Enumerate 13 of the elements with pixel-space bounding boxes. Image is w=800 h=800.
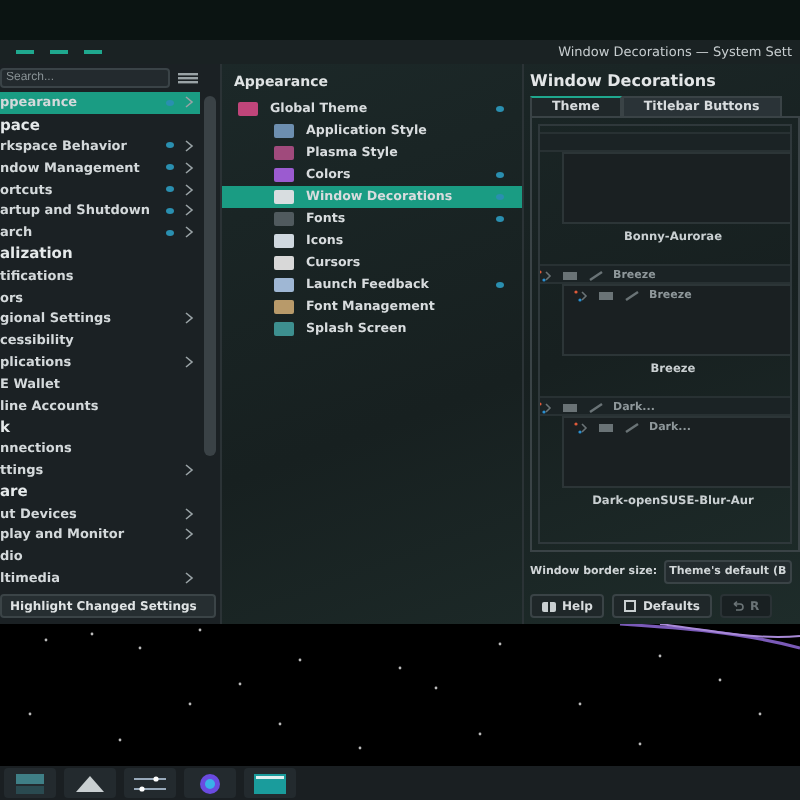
document-icon (624, 600, 637, 612)
page-title: Window Decorations (530, 70, 718, 94)
window-icon[interactable] (244, 768, 296, 798)
scrollbar[interactable] (204, 96, 216, 456)
chevron-right-icon (184, 96, 194, 109)
swirl-icon[interactable] (184, 768, 236, 798)
chevron-right-icon (184, 463, 194, 476)
sliders-icon[interactable] (124, 768, 176, 798)
undo-icon (731, 600, 744, 612)
chevron-right-icon (184, 355, 194, 368)
chevron-right-icon (184, 571, 194, 584)
chevron-right-icon (184, 312, 194, 325)
mountain-icon[interactable] (64, 768, 116, 798)
